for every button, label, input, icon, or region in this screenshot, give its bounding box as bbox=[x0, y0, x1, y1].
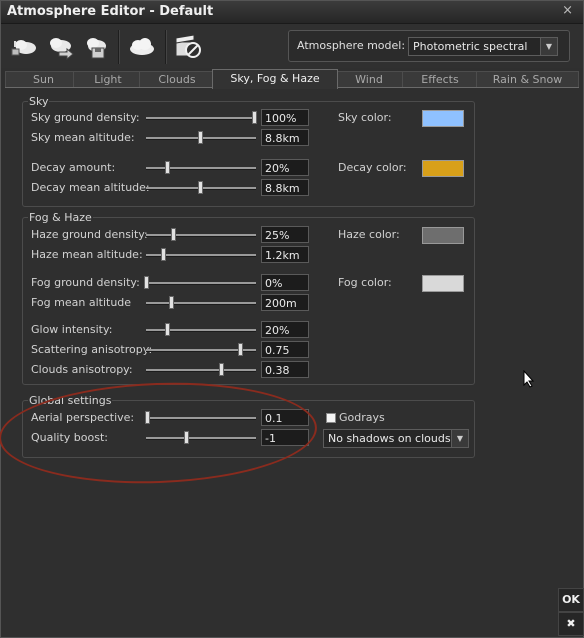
fog-mean-altitude-field[interactable]: 200m bbox=[261, 294, 309, 311]
haze-ground-density-slider[interactable] bbox=[146, 228, 256, 242]
sky-color-swatch[interactable] bbox=[422, 110, 464, 127]
toolbar-separator bbox=[165, 30, 167, 64]
decay-amount-field[interactable]: 20% bbox=[261, 159, 309, 176]
scattering-anisotropy-label: Scattering anisotropy: bbox=[31, 343, 153, 356]
haze-mean-altitude-field[interactable]: 1.2km bbox=[261, 246, 309, 263]
mouse-cursor-icon bbox=[523, 369, 535, 391]
fog-mean-altitude-slider[interactable] bbox=[146, 296, 256, 310]
fog-color-swatch[interactable] bbox=[422, 275, 464, 292]
godrays-label-text: Godrays bbox=[339, 411, 385, 424]
decay-color-label: Decay color: bbox=[338, 161, 407, 174]
haze-color-label: Haze color: bbox=[338, 228, 400, 241]
tab-sky-fog-haze[interactable]: Sky, Fog & Haze bbox=[212, 69, 338, 89]
tab-light[interactable]: Light bbox=[73, 71, 143, 88]
sky-mean-altitude-field[interactable]: 8.8km bbox=[261, 129, 309, 146]
glow-intensity-field[interactable]: 20% bbox=[261, 321, 309, 338]
cancel-button[interactable]: ✖ bbox=[558, 612, 584, 636]
scattering-anisotropy-field[interactable]: 0.75 bbox=[261, 341, 309, 358]
cloud-icon[interactable] bbox=[126, 32, 156, 60]
title-bar: Atmosphere Editor - Default × bbox=[1, 1, 583, 24]
clouds-anisotropy-field[interactable]: 0.38 bbox=[261, 361, 309, 378]
shadows-select[interactable]: No shadows on clouds ▼ bbox=[323, 429, 469, 448]
haze-ground-density-field[interactable]: 25% bbox=[261, 226, 309, 243]
haze-mean-altitude-label: Haze mean altitude: bbox=[31, 248, 143, 261]
glow-intensity-label: Glow intensity: bbox=[31, 323, 113, 336]
haze-ground-density-label: Haze ground density: bbox=[31, 228, 148, 241]
toolbar-separator bbox=[118, 30, 120, 64]
scattering-anisotropy-slider[interactable] bbox=[146, 343, 256, 357]
sky-mean-altitude-slider[interactable] bbox=[146, 131, 256, 145]
fog-ground-density-slider[interactable] bbox=[144, 276, 256, 290]
fog-color-label: Fog color: bbox=[338, 276, 392, 289]
close-icon[interactable]: × bbox=[562, 3, 573, 18]
chevron-down-icon: ▼ bbox=[451, 430, 468, 447]
fog-haze-group-title: Fog & Haze bbox=[28, 211, 93, 224]
sky-color-label: Sky color: bbox=[338, 111, 392, 124]
fog-mean-altitude-label: Fog mean altitude bbox=[31, 296, 132, 309]
atmosphere-editor-window: Atmosphere Editor - Default × Atmosphere… bbox=[0, 0, 584, 638]
decay-mean-altitude-label: Decay mean altitude: bbox=[31, 181, 150, 194]
atmosphere-model-group: Atmosphere model: Photometric spectral ▼ bbox=[288, 30, 570, 62]
clapper-noedit-icon[interactable] bbox=[173, 32, 203, 60]
sky-group-title: Sky bbox=[28, 95, 50, 108]
clouds-anisotropy-slider[interactable] bbox=[146, 363, 256, 377]
atmosphere-model-label: Atmosphere model: bbox=[297, 39, 406, 52]
sky-ground-density-field[interactable]: 100% bbox=[261, 109, 309, 126]
atmosphere-model-value: Photometric spectral bbox=[413, 40, 528, 53]
haze-mean-altitude-slider[interactable] bbox=[146, 248, 256, 262]
atmosphere-model-select[interactable]: Photometric spectral ▼ bbox=[408, 37, 558, 56]
cloud-arrow-icon[interactable] bbox=[45, 32, 75, 61]
toolbar: Atmosphere model: Photometric spectral ▼ bbox=[1, 24, 583, 68]
cloud-save-icon[interactable] bbox=[80, 32, 110, 60]
decay-color-swatch[interactable] bbox=[422, 160, 464, 177]
tab-rain-snow[interactable]: Rain & Snow bbox=[476, 71, 579, 88]
window-title: Atmosphere Editor - Default bbox=[7, 4, 214, 19]
ok-button[interactable]: OK bbox=[558, 588, 584, 612]
decay-mean-altitude-slider[interactable] bbox=[146, 181, 256, 195]
tab-sun[interactable]: Sun bbox=[5, 71, 82, 88]
fog-ground-density-label: Fog ground density: bbox=[31, 276, 140, 289]
tab-bar: Sun Light Clouds Sky, Fog & Haze Wind Ef… bbox=[5, 69, 579, 89]
clouds-anisotropy-label: Clouds anisotropy: bbox=[31, 363, 133, 376]
godrays-label: Godrays bbox=[339, 411, 385, 424]
decay-mean-altitude-field[interactable]: 8.8km bbox=[261, 179, 309, 196]
decay-amount-slider[interactable] bbox=[146, 161, 256, 175]
shadows-select-value: No shadows on clouds bbox=[328, 432, 451, 445]
sky-ground-density-label: Sky ground density: bbox=[31, 111, 140, 124]
fog-ground-density-field[interactable]: 0% bbox=[261, 274, 309, 291]
cloud-light-icon[interactable] bbox=[9, 32, 39, 60]
tab-wind[interactable]: Wind bbox=[334, 71, 404, 88]
haze-color-swatch[interactable] bbox=[422, 227, 464, 244]
decay-amount-label: Decay amount: bbox=[31, 161, 116, 174]
sky-mean-altitude-label: Sky mean altitude: bbox=[31, 131, 135, 144]
sky-ground-density-slider[interactable] bbox=[146, 111, 257, 125]
tab-effects[interactable]: Effects bbox=[402, 71, 478, 88]
chevron-down-icon: ▼ bbox=[540, 38, 557, 55]
godrays-checkbox[interactable] bbox=[326, 413, 336, 423]
tab-clouds[interactable]: Clouds bbox=[139, 71, 215, 88]
glow-intensity-slider[interactable] bbox=[146, 323, 256, 337]
